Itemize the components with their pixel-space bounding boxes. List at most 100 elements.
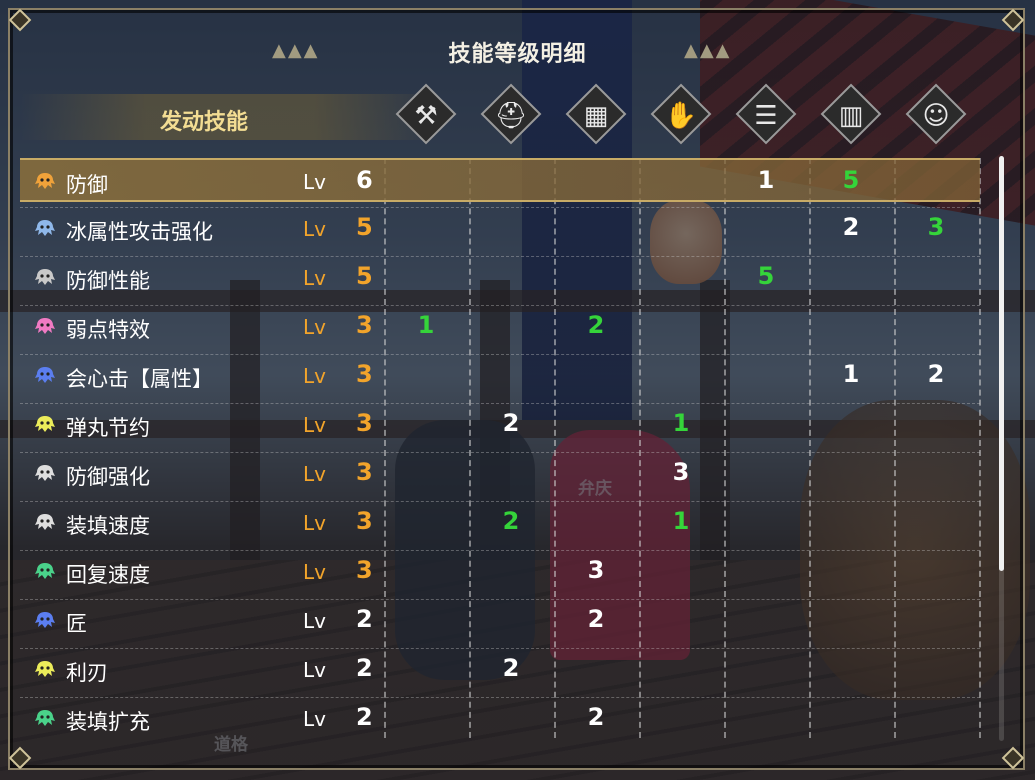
level-label: Lv [303,413,326,437]
skill-level-value: 5 [356,213,373,241]
skill-icon [34,268,56,286]
skill-level-value: 3 [356,360,373,388]
skill-level-value: 3 [356,311,373,339]
skill-row[interactable]: 装填扩充 Lv 2 2 [20,697,980,741]
equipment-skill-points: 2 [502,507,520,535]
level-label: Lv [303,364,326,388]
skill-icon [34,709,56,727]
skill-name: 装填速度 [66,514,150,538]
equipment-skill-points: 2 [587,703,605,731]
skill-icon [34,562,56,580]
skill-icon [34,415,56,433]
skill-level-value: 3 [356,409,373,437]
skill-name: 冰属性攻击强化 [66,220,213,244]
corner-ornament [1000,7,1026,33]
svg-text:▦: ▦ [584,101,609,131]
skill-icon [34,172,56,190]
leg-armor-icon: ▥ [819,82,883,146]
equipment-skill-points: 2 [502,654,520,682]
equipment-skill-points: 1 [417,311,435,339]
svg-text:⚒: ⚒ [414,101,437,131]
equipment-skill-points: 2 [842,213,860,241]
skill-row[interactable]: 装填速度 Lv 3 2 1 [20,501,980,545]
skill-level-value: 3 [356,507,373,535]
skill-row[interactable]: 会心击【属性】 Lv 3 1 2 [20,354,980,398]
svg-text:☺: ☺ [922,101,949,131]
skill-name: 回复速度 [66,563,150,587]
level-label: Lv [303,170,326,194]
equipment-skill-points: 3 [672,458,690,486]
equipment-skill-points: 2 [587,311,605,339]
skill-detail-panel: ▲▲▲ ▲▲▲ 技能等级明细 发动技能 ⚒ ⛑ ▦ ✋ ☰ ▥ ☺ 防御 Lv 6 1 5 冰属性攻击… [0,0,1035,780]
equipment-skill-points: 1 [842,360,860,388]
skill-icon [34,464,56,482]
skill-icon [34,366,56,384]
skill-name: 匠 [66,612,87,636]
skill-row[interactable]: 冰属性攻击强化 Lv 5 2 3 [20,207,980,251]
corner-ornament [7,745,33,771]
skill-row[interactable]: 防御性能 Lv 5 5 [20,256,980,300]
equipment-skill-points: 1 [757,166,775,194]
level-label: Lv [303,266,326,290]
level-label: Lv [303,315,326,339]
skill-name: 防御性能 [66,269,150,293]
skill-row[interactable]: 防御 Lv 6 1 5 [20,158,980,202]
weapon-icon: ⚒ [394,82,458,146]
helmet-icon: ⛑ [479,82,543,146]
skill-name: 防御 [66,173,108,197]
equipment-skill-points: 2 [927,360,945,388]
skill-icon [34,611,56,629]
level-label: Lv [303,217,326,241]
chest-armor-icon: ▦ [564,82,628,146]
panel-title: 技能等级明细 [448,42,587,67]
svg-text:⛑: ⛑ [494,101,527,131]
corner-ornament [1000,745,1026,771]
skill-row[interactable]: 利刃 Lv 2 2 [20,648,980,692]
level-label: Lv [303,462,326,486]
equipment-skill-points: 3 [587,556,605,584]
skill-level-value: 5 [356,262,373,290]
skill-level-value: 6 [356,166,373,194]
level-label: Lv [303,609,326,633]
talisman-icon: ☺ [904,82,968,146]
skill-name: 装填扩充 [66,710,150,734]
skill-name: 会心击【属性】 [66,367,213,391]
equipment-skill-points: 1 [672,409,690,437]
skill-icon [34,219,56,237]
skill-icon [34,513,56,531]
corner-ornament [7,7,33,33]
waist-armor-icon: ☰ [734,82,798,146]
skill-level-value: 3 [356,458,373,486]
equipment-skill-points: 2 [502,409,520,437]
skill-name: 弱点特效 [66,318,150,342]
skill-level-value: 3 [356,556,373,584]
skill-level-value: 2 [356,703,373,731]
equipment-skill-points: 3 [927,213,945,241]
equipment-skill-points: 5 [842,166,860,194]
equipment-skill-points: 5 [757,262,775,290]
scrollbar-thumb[interactable] [999,156,1004,571]
svg-text:▥: ▥ [839,101,864,131]
level-label: Lv [303,560,326,584]
active-skills-header: 发动技能 [160,110,249,135]
arm-armor-icon: ✋ [649,82,713,146]
level-label: Lv [303,658,326,682]
equipment-skill-points: 2 [587,605,605,633]
skill-icon [34,660,56,678]
skill-icon [34,317,56,335]
level-label: Lv [303,511,326,535]
level-label: Lv [303,707,326,731]
skill-name: 弹丸节约 [66,416,150,440]
skill-row[interactable]: 防御强化 Lv 3 3 [20,452,980,496]
equipment-skill-points: 1 [672,507,690,535]
skill-level-value: 2 [356,605,373,633]
skill-row[interactable]: 弹丸节约 Lv 3 2 1 [20,403,980,447]
skill-row[interactable]: 匠 Lv 2 2 [20,599,980,643]
skill-name: 防御强化 [66,465,150,489]
skill-name: 利刃 [66,661,108,685]
skill-row[interactable]: 回复速度 Lv 3 3 [20,550,980,594]
skill-row[interactable]: 弱点特效 Lv 3 1 2 [20,305,980,349]
svg-text:☰: ☰ [754,101,777,131]
skill-level-value: 2 [356,654,373,682]
svg-text:✋: ✋ [665,100,697,131]
